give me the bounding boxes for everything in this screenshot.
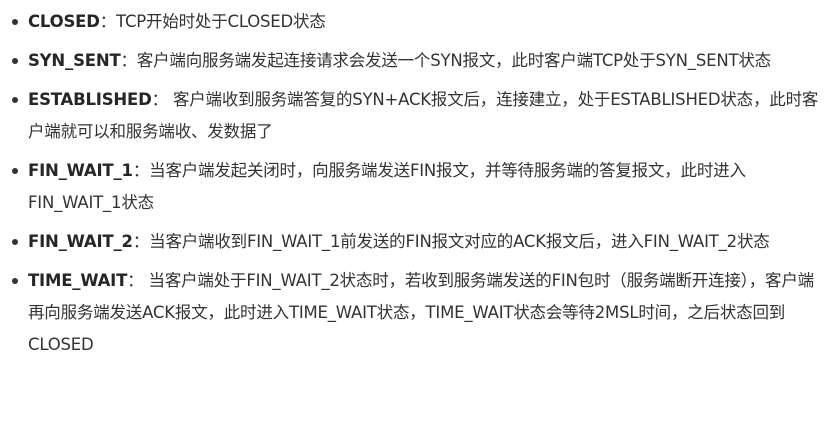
term-label: SYN_SENT: [28, 51, 121, 70]
list-item-closed: CLOSED：TCP开始时处于CLOSED状态: [8, 6, 824, 38]
term-label: FIN_WAIT_2: [28, 232, 133, 251]
list-item-fin-wait-2: FIN_WAIT_2：当客户端收到FIN_WAIT_1前发送的FIN报文对应的A…: [8, 226, 824, 258]
list-item-time-wait: TIME_WAIT： 当客户端处于FIN_WAIT_2状态时，若收到服务端发送的…: [8, 265, 824, 361]
term-label: ESTABLISHED: [28, 90, 152, 109]
list-item-syn-sent: SYN_SENT：客户端向服务端发起连接请求会发送一个SYN报文，此时客户端TC…: [8, 45, 824, 77]
separator: ：: [132, 161, 150, 180]
separator: ：: [120, 51, 138, 70]
separator: ：: [99, 12, 117, 31]
list-item-established: ESTABLISHED： 客户端收到服务端答复的SYN+ACK报文后，连接建立，…: [8, 84, 824, 148]
separator: ：: [132, 232, 150, 251]
description: 当客户端收到FIN_WAIT_1前发送的FIN报文对应的ACK报文后，进入FIN…: [149, 232, 770, 251]
term-label: CLOSED: [28, 12, 100, 31]
separator: ：: [127, 271, 149, 290]
list-item-fin-wait-1: FIN_WAIT_1：当客户端发起关闭时，向服务端发送FIN报文，并等待服务端的…: [8, 155, 824, 219]
term-label: TIME_WAIT: [28, 271, 128, 290]
description: 客户端向服务端发起连接请求会发送一个SYN报文，此时客户端TCP处于SYN_SE…: [136, 51, 771, 70]
tcp-state-list: CLOSED：TCP开始时处于CLOSED状态 SYN_SENT：客户端向服务端…: [0, 0, 832, 361]
description: TCP开始时处于CLOSED状态: [116, 12, 326, 31]
term-label: FIN_WAIT_1: [28, 161, 133, 180]
separator: ：: [151, 90, 173, 109]
